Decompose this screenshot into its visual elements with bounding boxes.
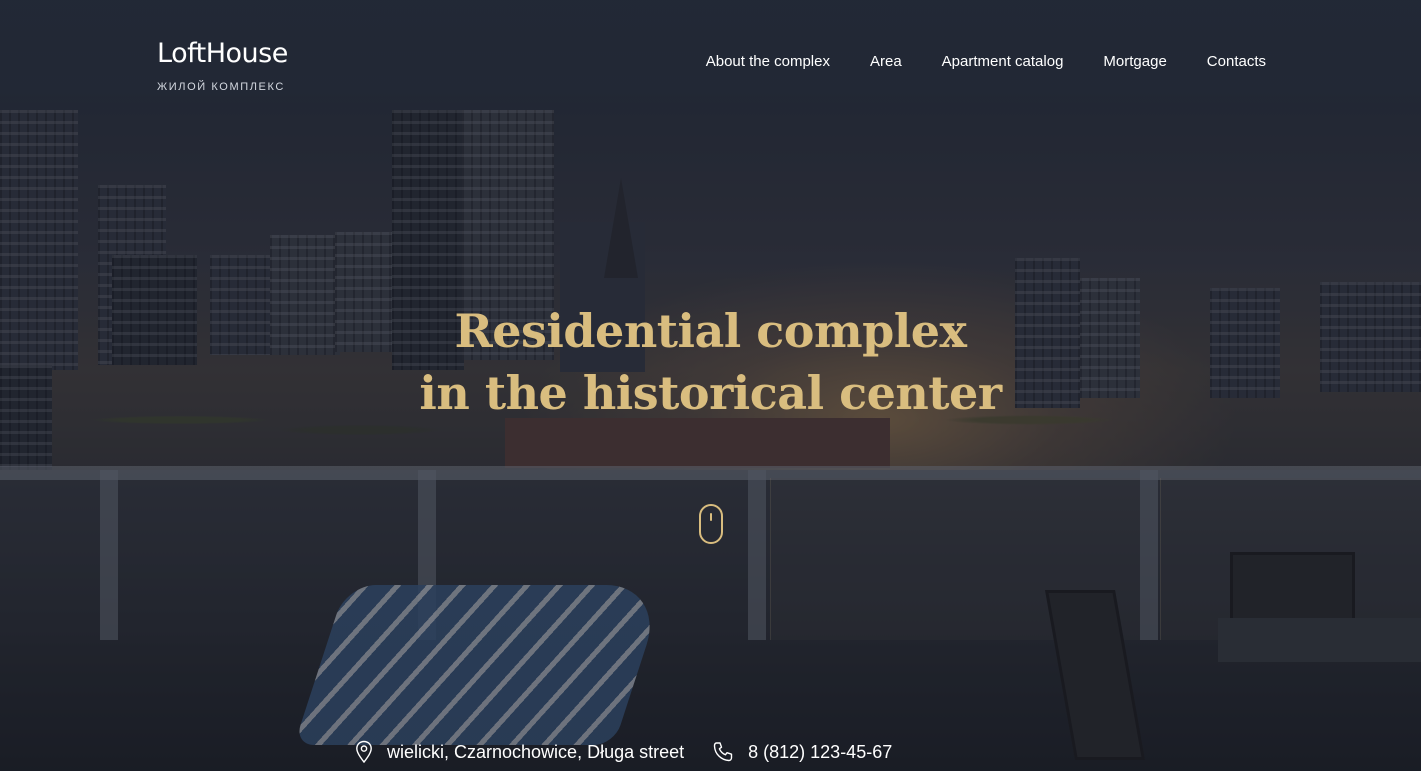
- nav-item-apartment-catalog[interactable]: Apartment catalog: [942, 52, 1064, 72]
- phone[interactable]: 8 (812) 123-45-67: [712, 741, 892, 763]
- address-text: wielicki, Czarnochowice, Długa street: [387, 741, 685, 762]
- hero-title: Residential complex in the historical ce…: [0, 300, 1421, 424]
- nav-item-mortgage[interactable]: Mortgage: [1103, 52, 1166, 72]
- hero-title-line-1: Residential complex: [454, 304, 967, 358]
- hero-title-line-2: in the historical center: [419, 366, 1002, 420]
- phone-number[interactable]: 8 (812) 123-45-67: [748, 742, 892, 763]
- location-pin-icon: [356, 740, 372, 764]
- logo-name: LoftHouse: [157, 38, 288, 69]
- contacts-bar: wielicki, Czarnochowice, Długa street 8 …: [355, 740, 892, 764]
- phone-icon: [713, 742, 733, 762]
- address: wielicki, Czarnochowice, Długa street: [355, 740, 684, 764]
- nav-item-area[interactable]: Area: [870, 52, 902, 72]
- logo[interactable]: LoftHouse ЖИЛОЙ КОМПЛЕКС: [157, 38, 288, 93]
- logo-tagline: ЖИЛОЙ КОМПЛЕКС: [157, 81, 285, 93]
- main-nav: About the complex Area Apartment catalog…: [706, 52, 1266, 72]
- mouse-scroll-icon[interactable]: [699, 504, 723, 544]
- nav-item-contacts[interactable]: Contacts: [1207, 52, 1266, 72]
- nav-item-about[interactable]: About the complex: [706, 52, 830, 72]
